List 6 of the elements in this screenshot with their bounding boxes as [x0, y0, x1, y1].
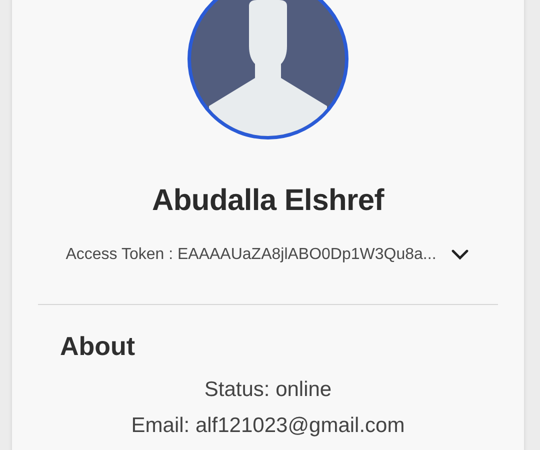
info-line: Status: online	[204, 378, 332, 402]
info-line: Email: alf121023@gmail.com	[131, 414, 405, 438]
profile-name: Abudalla Elshref	[152, 184, 384, 218]
access-token-text: Access Token : EAAAAUaZA8jlABO0Dp1W3Qu8a...	[66, 246, 436, 264]
chevron-icon[interactable]	[450, 248, 470, 262]
section-heading: About	[60, 331, 136, 362]
